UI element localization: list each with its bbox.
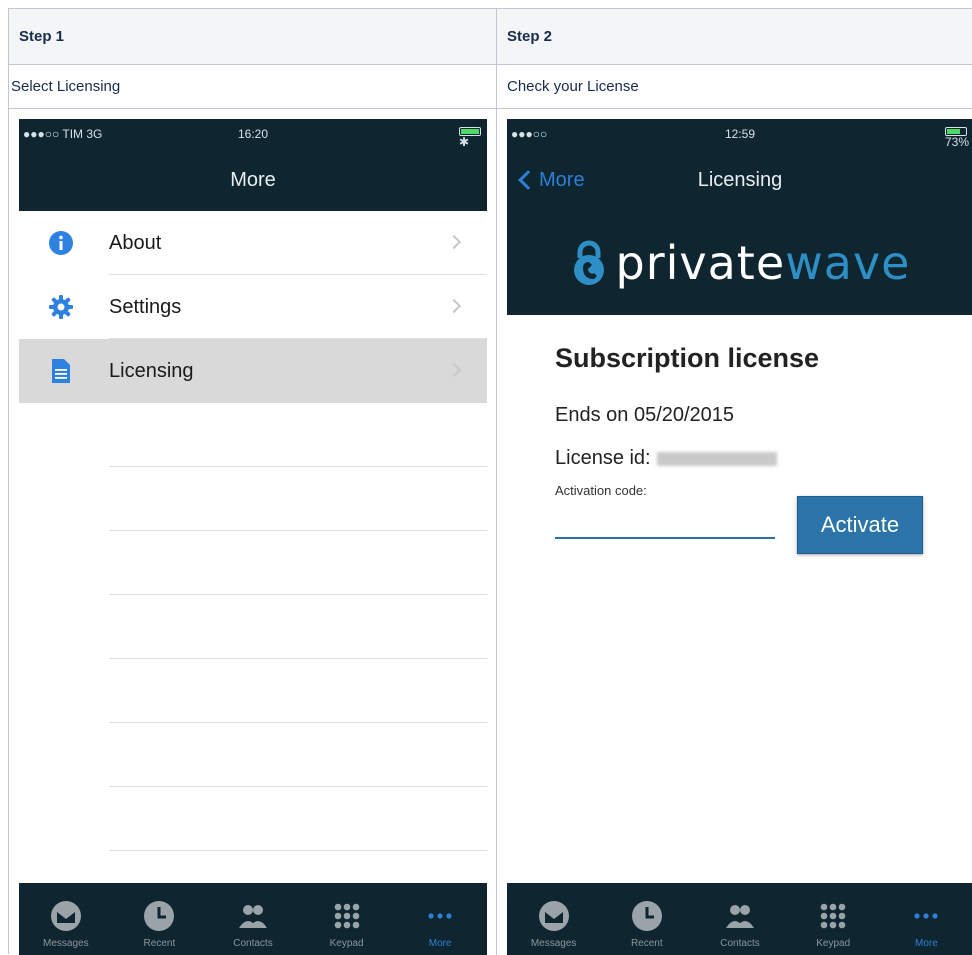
clock-icon [144, 901, 175, 931]
chevron-right-icon [446, 234, 462, 250]
envelope-icon [50, 901, 81, 931]
tab-bar: Messages Recent Contacts Keypad More [19, 883, 487, 955]
battery-icon [459, 127, 481, 136]
chevron-right-icon [446, 362, 462, 378]
step-2-column: Step 2 Check your License ●●●○○ 12:59 73… [497, 9, 972, 955]
activate-button[interactable]: Activate [797, 496, 923, 554]
activation-code-label: Activation code: [555, 483, 647, 498]
page-title: Licensing [697, 169, 783, 191]
menu-item-settings[interactable]: Settings [19, 275, 487, 339]
activation-code-input[interactable] [555, 505, 775, 539]
tab-recent[interactable]: Recent [113, 883, 207, 955]
document-icon [52, 359, 70, 383]
tab-messages[interactable]: Messages [19, 883, 113, 955]
license-id-label: License id: [555, 447, 651, 469]
tab-recent[interactable]: Recent [600, 883, 693, 955]
license-id-redacted [656, 451, 777, 466]
licensing-screen: ●●●○○ 12:59 73% More Licensing privatewa… [507, 119, 972, 955]
status-bar: ●●●○○ 12:59 73% [507, 119, 972, 149]
step-2-header: Step 2 [497, 9, 972, 65]
status-bar: ●●●○○ TIM 3G 16:20 ✱ 100% [19, 119, 487, 163]
steps-table: Step 1 Select Licensing ●●●○○ TIM 3G 16:… [8, 8, 972, 955]
battery-indicator: 73% [945, 127, 969, 149]
menu-item-label: Licensing [109, 359, 194, 382]
empty-list-rows [19, 403, 487, 851]
more-screen: ●●●○○ TIM 3G 16:20 ✱ 100% More Abou [19, 119, 487, 955]
chevron-left-icon [518, 170, 538, 190]
more-menu: About Settings Licensing [19, 211, 487, 403]
step-1-column: Step 1 Select Licensing ●●●○○ TIM 3G 16:… [9, 9, 497, 955]
step-1-instruction: Select Licensing [9, 65, 496, 109]
tab-keypad[interactable]: Keypad [787, 883, 880, 955]
menu-item-about[interactable]: About [19, 211, 487, 275]
carrier-label: ●●●○○ TIM 3G [23, 127, 103, 141]
chevron-right-icon [446, 298, 462, 314]
menu-item-label: Settings [109, 295, 182, 318]
tab-messages[interactable]: Messages [507, 883, 600, 955]
tab-contacts[interactable]: Contacts [693, 883, 786, 955]
battery-icon [945, 127, 967, 136]
envelope-icon [538, 901, 569, 931]
info-icon [49, 231, 73, 255]
more-icon [914, 913, 939, 919]
license-title: Subscription license [555, 343, 820, 373]
clock-label: 12:59 [724, 127, 756, 141]
menu-item-licensing[interactable]: Licensing [19, 339, 487, 403]
nav-bar: More [19, 149, 487, 211]
gear-icon [49, 295, 73, 319]
back-label: More [539, 169, 585, 191]
clock-label: 16:20 [237, 127, 269, 141]
keypad-icon [820, 903, 846, 929]
nav-bar: More Licensing [507, 149, 972, 211]
tab-bar: Messages Recent Contacts Keypad More [507, 883, 972, 955]
battery-indicator: ✱ 100% [459, 127, 487, 163]
tab-keypad[interactable]: Keypad [300, 883, 394, 955]
more-icon [428, 913, 452, 919]
back-button[interactable]: More [515, 149, 585, 211]
contacts-icon [726, 905, 754, 928]
lock-icon [573, 240, 604, 285]
logo-band: privatewave [507, 211, 972, 315]
tab-more[interactable]: More [393, 883, 487, 955]
clock-icon [631, 901, 662, 931]
menu-item-label: About [109, 231, 162, 254]
page-title: More [230, 169, 276, 191]
license-end-date: Ends on 05/20/2015 [555, 404, 735, 426]
carrier-label: ●●●○○ [511, 127, 548, 141]
license-id: License id: [555, 447, 777, 470]
step-1-header: Step 1 [9, 9, 496, 65]
battery-label: 73% [945, 135, 970, 149]
tab-contacts[interactable]: Contacts [206, 883, 300, 955]
keypad-icon [334, 903, 359, 929]
privatewave-logo: privatewave [615, 236, 911, 290]
tab-more[interactable]: More [880, 883, 972, 955]
step-2-instruction: Check your License [497, 65, 972, 109]
contacts-icon [238, 905, 267, 928]
